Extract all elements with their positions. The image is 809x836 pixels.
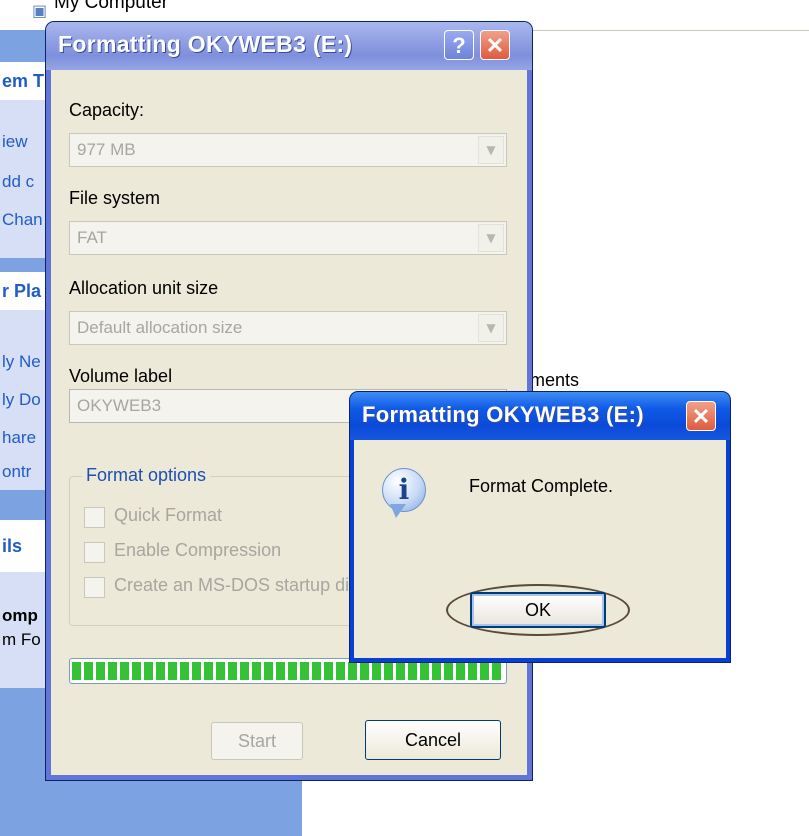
allocation-select[interactable]: Default allocation size ▼ (69, 311, 507, 345)
allocation-value: Default allocation size (77, 318, 243, 337)
filesystem-value: FAT (77, 228, 107, 247)
format-complete-dialog: Formatting OKYWEB3 (E:) ✕ i Format Compl… (350, 392, 730, 662)
details-title: ils (2, 536, 23, 556)
msdos-startup-checkbox[interactable] (84, 577, 105, 598)
chevron-down-icon[interactable]: ▼ (478, 314, 504, 342)
ok-button[interactable]: OK (470, 592, 606, 628)
start-button[interactable]: Start (211, 722, 303, 760)
background-partial-text: ments (530, 370, 580, 390)
message-text: Format Complete. (469, 476, 614, 496)
task-link[interactable]: Chan (2, 210, 43, 230)
compression-label: Enable Compression (114, 540, 282, 560)
system-tasks-title: em T (2, 71, 45, 91)
capacity-select[interactable]: 977 MB ▼ (69, 133, 507, 167)
format-options-title: Format options (82, 465, 211, 486)
details-item-title: omp (2, 606, 38, 625)
information-icon-tail (390, 504, 406, 518)
msdos-startup-label: Create an MS-DOS startup disk (114, 575, 368, 595)
progress-fill (72, 662, 504, 680)
compression-checkbox[interactable] (84, 542, 105, 563)
message-close-button[interactable]: ✕ (686, 401, 716, 431)
capacity-value: 977 MB (77, 140, 136, 159)
place-link[interactable]: ly Ne (2, 352, 41, 372)
quick-format-checkbox[interactable] (84, 507, 105, 528)
task-link[interactable]: iew (2, 132, 28, 152)
message-body: i Format Complete. OK (354, 440, 726, 658)
format-dialog-titlebar[interactable]: Formatting OKYWEB3 (E:) ? ✕ (46, 22, 532, 70)
capacity-label: Capacity: (69, 100, 145, 120)
place-link[interactable]: ontr (2, 462, 31, 482)
details-item-subtitle: m Fo (2, 630, 41, 649)
message-title: Formatting OKYWEB3 (E:) (362, 402, 644, 427)
help-button[interactable]: ? (444, 30, 474, 60)
message-titlebar[interactable]: Formatting OKYWEB3 (E:) ✕ (350, 392, 730, 440)
task-link[interactable]: dd c (2, 172, 34, 192)
close-button[interactable]: ✕ (480, 30, 510, 60)
address-text: My Computer (54, 0, 169, 13)
chevron-down-icon[interactable]: ▼ (478, 136, 504, 164)
other-places-title: r Pla (2, 281, 42, 301)
format-dialog-title: Formatting OKYWEB3 (E:) (58, 31, 353, 57)
volume-label-value: OKYWEB3 (77, 396, 162, 415)
chevron-down-icon[interactable]: ▼ (478, 224, 504, 252)
allocation-label: Allocation unit size (69, 278, 219, 298)
computer-icon: ▣ (32, 1, 48, 20)
cancel-button[interactable]: Cancel (365, 720, 501, 760)
filesystem-label: File system (69, 188, 161, 208)
quick-format-label: Quick Format (114, 505, 223, 525)
place-link[interactable]: ly Do (2, 390, 41, 410)
filesystem-select[interactable]: FAT ▼ (69, 221, 507, 255)
volume-label-label: Volume label (69, 366, 173, 386)
place-link[interactable]: hare (2, 428, 36, 448)
